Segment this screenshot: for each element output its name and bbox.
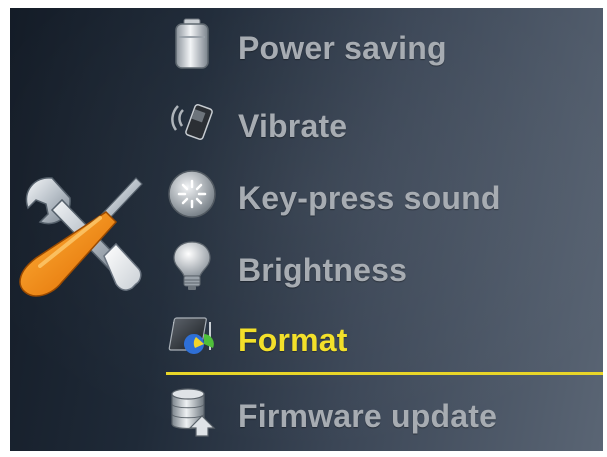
menu-item-label: Key-press sound (238, 180, 501, 216)
menu-item-format[interactable]: Format (160, 308, 600, 372)
menu-item-key-press-sound[interactable]: Key-press sound (160, 166, 600, 230)
menu-item-label: Format (238, 322, 348, 358)
wrench-screwdriver-icon (19, 177, 143, 297)
menu-item-power-saving[interactable]: Power saving (160, 16, 600, 80)
lightbulb-icon (173, 241, 211, 290)
menu-item-vibrate[interactable]: Vibrate (160, 94, 600, 158)
vibrate-icon (171, 103, 213, 141)
menu-item-label: Power saving (238, 30, 447, 66)
selection-underline (166, 372, 603, 375)
key-sound-icon (168, 170, 216, 218)
menu-item-label: Vibrate (238, 108, 348, 144)
menu-item-brightness[interactable]: Brightness (160, 238, 600, 302)
settings-screen: Power saving Vibrate Key-press sound Bri… (10, 8, 603, 451)
chip-format-icon (168, 317, 214, 354)
battery-icon (175, 18, 209, 69)
database-update-icon (171, 388, 216, 437)
menu-item-label: Firmware update (238, 398, 498, 434)
menu-item-firmware-update[interactable]: Firmware update (160, 384, 600, 448)
menu-item-label: Brightness (238, 252, 408, 288)
